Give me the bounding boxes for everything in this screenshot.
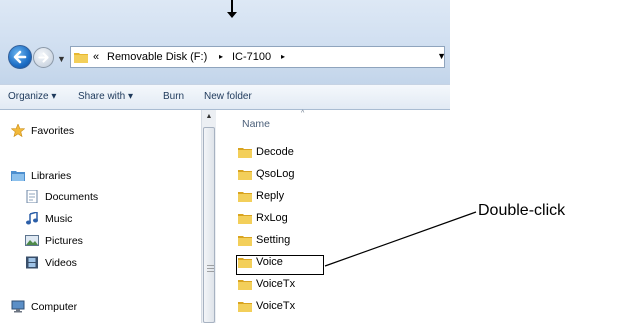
double-click-callout: Double-click xyxy=(478,202,566,219)
callout-leader-line xyxy=(324,211,477,267)
